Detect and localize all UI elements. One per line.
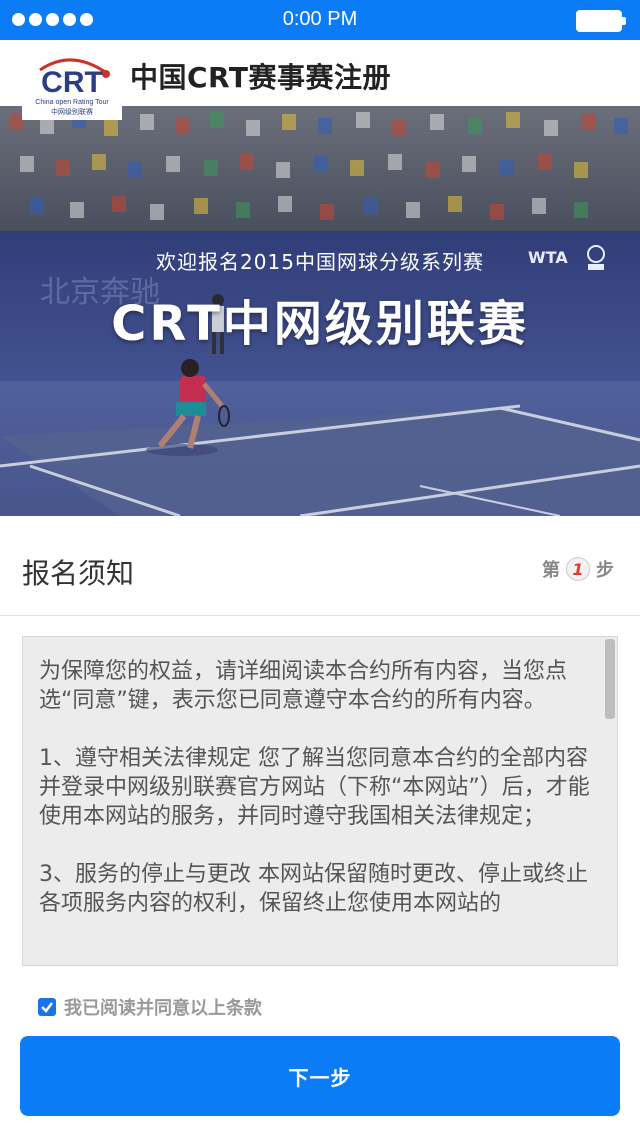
banner-title: CRT中网级别联赛 bbox=[111, 296, 529, 352]
section-header: 报名须知 第 1 步 bbox=[0, 516, 640, 616]
scrollbar[interactable] bbox=[605, 639, 615, 719]
checkmark-icon bbox=[41, 1002, 53, 1013]
wta-logo: WTA bbox=[528, 248, 568, 267]
agreement-text: 为保障您的权益，请详细阅读本合约所有内容，当您点选“同意”键，表示您已同意遵守本… bbox=[39, 657, 595, 947]
agreement-paragraph: 3、服务的停止与更改 本网站保留随时更改、停止或终止各项服务内容的权利，保留终止… bbox=[39, 862, 588, 916]
logo-subtitle: China open Rating Tour bbox=[35, 99, 109, 106]
logo-text: CRT bbox=[41, 66, 103, 99]
agreement-paragraph: 1、遵守相关法律规定 您了解当您同意本合约的全部内容并登录中网级别联赛官方网站（… bbox=[39, 746, 590, 829]
crt-logo: CRT China open Rating Tour 中网级别联赛 bbox=[22, 46, 122, 120]
app-header: CRT China open Rating Tour 中网级别联赛 中国CRT赛… bbox=[0, 40, 640, 120]
step-suffix: 步 bbox=[596, 560, 614, 581]
battery-icon bbox=[576, 10, 626, 32]
agreement-paragraph: 为保障您的权益，请详细阅读本合约所有内容，当您点选“同意”键，表示您已同意遵守本… bbox=[39, 659, 568, 713]
consent-label[interactable]: 我已阅读并同意以上条款 bbox=[64, 994, 262, 1020]
status-time: 0:00 PM bbox=[282, 8, 358, 30]
consent-row[interactable]: 我已阅读并同意以上条款 bbox=[38, 994, 262, 1020]
agreement-scroll-box[interactable]: 为保障您的权益，请详细阅读本合约所有内容，当您点选“同意”键，表示您已同意遵守本… bbox=[22, 636, 618, 966]
step-prefix: 第 bbox=[542, 560, 560, 581]
section-title: 报名须知 bbox=[22, 557, 135, 590]
page-title: 中国CRT赛事赛注册 bbox=[130, 61, 391, 94]
status-bar: 0:00 PM bbox=[0, 0, 640, 40]
agree-checkbox[interactable] bbox=[38, 998, 56, 1016]
step-indicator: 第 1 步 bbox=[542, 556, 614, 582]
next-step-button[interactable]: 下一步 bbox=[20, 1036, 620, 1116]
atp-500-icon bbox=[584, 244, 608, 272]
logo-caption: 中网级别联赛 bbox=[51, 107, 93, 116]
step-number-badge: 1 bbox=[566, 557, 590, 581]
hero-banner: 北京奔驰 欢迎报名2015中国网球分级系列赛 CRT中网级别联赛 WTA bbox=[0, 106, 640, 516]
